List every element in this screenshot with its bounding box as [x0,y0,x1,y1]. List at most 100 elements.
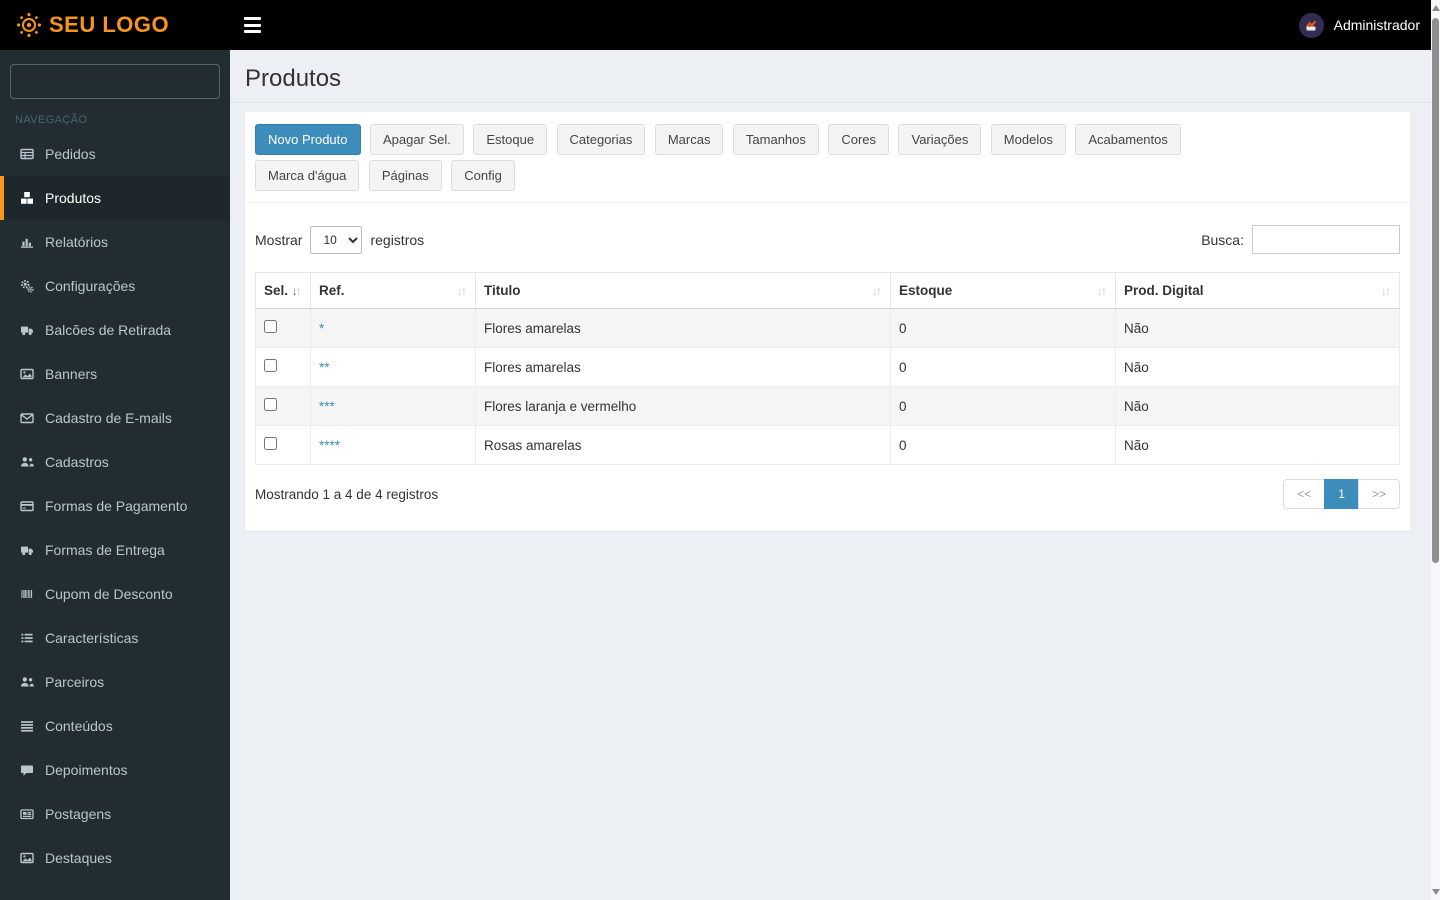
sidebar-item-formas-de-pagamento[interactable]: Formas de Pagamento [0,484,230,528]
page-size-select[interactable]: 10 [310,225,363,254]
row-checkbox[interactable] [264,437,277,450]
sidebar-item-destaques[interactable]: Destaques [0,836,230,880]
users-icon [18,455,36,469]
cell-title: Flores laranja e vermelho [475,386,891,426]
menu-lines-icon [18,719,36,733]
search-input[interactable] [1252,225,1400,254]
scroll-up-icon[interactable] [1432,5,1440,11]
sidebar-item-label: Produtos [45,190,102,206]
column-header-prod-digital[interactable]: Prod. Digital ↓↑ [1115,272,1400,309]
sidebar-item-configuracoes[interactable]: Configurações [0,264,230,308]
toolbar: Novo Produto Apagar Sel. Estoque Categor… [245,112,1410,203]
sidebar-item-cadastro-de-emails[interactable]: Cadastro de E-mails [0,396,230,440]
sidebar-item-label: Cadastro de E-mails [45,410,172,426]
row-checkbox[interactable] [264,398,277,411]
watermark-button[interactable]: Marca d'água [255,160,360,191]
sidebar-item-label: Depoimentos [45,762,128,778]
sidebar-item-parceiros[interactable]: Parceiros [0,660,230,704]
sidebar-item-produtos[interactable]: Produtos [0,176,230,220]
cubes-icon [18,191,36,205]
finishes-button[interactable]: Acabamentos [1075,124,1181,155]
sizes-button[interactable]: Tamanhos [732,124,819,155]
variations-button[interactable]: Variações [898,124,982,155]
search-label: Busca: [1201,231,1244,248]
categories-button[interactable]: Categorias [556,124,646,155]
ref-link[interactable]: *** [319,399,335,414]
cell-digital: Não [1115,425,1400,465]
column-header-sel[interactable]: Sel. ↓↑ [255,272,311,309]
gears-icon [18,279,36,293]
sidebar-item-label: Cadastros [45,454,109,470]
sidebar-item-banners[interactable]: Banners [0,352,230,396]
sidebar-item-cadastros[interactable]: Cadastros [0,440,230,484]
hamburger-icon[interactable] [244,17,262,33]
sidebar-item-balcoes-de-retirada[interactable]: Balcões de Retirada [0,308,230,352]
new-product-button[interactable]: Novo Produto [255,124,361,155]
brands-button[interactable]: Marcas [654,124,724,155]
sidebar-item-label: Relatórios [45,234,109,250]
user-menu[interactable]: Administrador [1298,12,1420,38]
sidebar-item-conteudos[interactable]: Conteúdos [0,704,230,748]
scrollbar-thumb[interactable] [1432,18,1439,563]
sidebar-item-pedidos[interactable]: Pedidos [0,132,230,176]
sidebar-item-label: Banners [45,366,98,382]
sort-icon: ↓↑ [1097,283,1107,298]
products-table: Sel. ↓↑ Ref. ↓↑ Titulo ↓↑ Estoque ↓↑ Prod. … [255,272,1400,465]
truck-icon [18,543,36,557]
sidebar-item-caracteristicas[interactable]: Características [0,616,230,660]
newspaper-icon [18,807,36,821]
sidebar-item-label: Conteúdos [45,718,113,734]
config-button[interactable]: Config [451,160,515,191]
row-checkbox[interactable] [264,359,277,372]
records-label: registros [370,231,425,248]
user-avatar [1298,12,1324,38]
sidebar-item-cupom-de-desconto[interactable]: Cupom de Desconto [0,572,230,616]
sidebar-item-label: Características [45,630,139,646]
sidebar-item-label: Destaques [45,850,112,866]
column-header-titulo[interactable]: Titulo ↓↑ [475,272,891,309]
products-panel: Novo Produto Apagar Sel. Estoque Categor… [245,112,1410,531]
ref-link[interactable]: **** [319,438,340,453]
cell-stock: 0 [890,386,1116,426]
sort-icon: ↓↑ [872,283,882,298]
models-button[interactable]: Modelos [990,124,1066,155]
column-header-ref[interactable]: Ref. ↓↑ [310,272,476,309]
scroll-down-icon[interactable] [1432,889,1440,895]
logo[interactable]: SEU LOGO [0,0,230,50]
cell-stock: 0 [890,308,1116,348]
colors-button[interactable]: Cores [828,124,890,155]
show-label: Mostrar [255,231,303,248]
sidebar-search-input[interactable] [10,64,220,99]
users-icon [18,675,36,689]
table-row: ** Flores amarelas 0 Não [255,347,1400,387]
scrollbar[interactable] [1431,0,1440,900]
sidebar-item-formas-de-entrega[interactable]: Formas de Entrega [0,528,230,572]
pagination-prev[interactable]: << [1283,479,1326,509]
pages-button[interactable]: Páginas [368,160,442,191]
table-row: **** Rosas amarelas 0 Não [255,425,1400,465]
row-checkbox[interactable] [264,320,277,333]
logo-emblem-icon [16,12,42,38]
ref-link[interactable]: * [319,321,324,336]
page-title: Produtos [245,65,342,92]
th-list-icon [18,631,36,645]
pagination-page-1[interactable]: 1 [1324,479,1359,509]
sidebar-item-label: Balcões de Retirada [45,322,172,338]
sidebar-item-label: Parceiros [45,674,105,690]
column-header-estoque[interactable]: Estoque ↓↑ [890,272,1116,309]
sidebar: NAVEGAÇÃO Pedidos Produtos Relatórios Co… [0,50,230,900]
ref-link[interactable]: ** [319,360,330,375]
table-info: Mostrando 1 a 4 de 4 registros [255,486,439,502]
sidebar-item-depoimentos[interactable]: Depoimentos [0,748,230,792]
cell-stock: 0 [890,347,1116,387]
stock-button[interactable]: Estoque [473,124,548,155]
cell-title: Rosas amarelas [475,425,891,465]
bar-chart-icon [18,235,36,249]
credit-card-icon [18,499,36,513]
pagination-next[interactable]: >> [1357,479,1400,509]
sidebar-item-relatorios[interactable]: Relatórios [0,220,230,264]
sidebar-item-postagens[interactable]: Postagens [0,792,230,836]
delete-selected-button[interactable]: Apagar Sel. [369,124,464,155]
cell-title: Flores amarelas [475,308,891,348]
comment-icon [18,763,36,777]
